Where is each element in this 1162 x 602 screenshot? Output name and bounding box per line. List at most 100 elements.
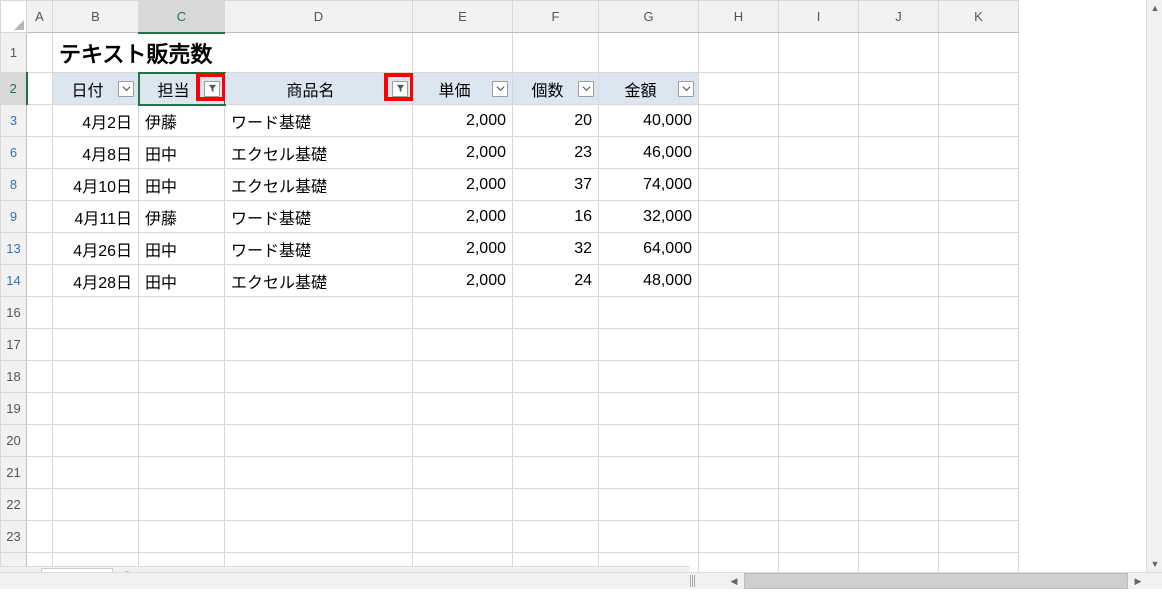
cell[interactable]	[27, 105, 53, 137]
cell[interactable]	[27, 521, 53, 553]
cell[interactable]	[699, 457, 779, 489]
cell[interactable]	[225, 489, 413, 521]
cell[interactable]	[859, 393, 939, 425]
table-cell-date[interactable]: 4月10日	[53, 169, 139, 201]
cell[interactable]	[859, 137, 939, 169]
table-cell-price[interactable]: 2,000	[413, 169, 513, 201]
cell[interactable]	[939, 457, 1019, 489]
row-header-16[interactable]: 16	[1, 297, 27, 329]
cell[interactable]	[27, 169, 53, 201]
cell[interactable]	[779, 297, 859, 329]
row-header-8[interactable]: 8	[1, 169, 27, 201]
cell[interactable]	[27, 33, 53, 73]
row-header-6[interactable]: 6	[1, 137, 27, 169]
cell[interactable]	[859, 33, 939, 73]
cell[interactable]	[699, 297, 779, 329]
table-cell-price[interactable]: 2,000	[413, 265, 513, 297]
cell[interactable]	[413, 361, 513, 393]
cell[interactable]	[699, 201, 779, 233]
cell[interactable]	[139, 521, 225, 553]
row-header-18[interactable]: 18	[1, 361, 27, 393]
column-header-B[interactable]: B	[53, 1, 139, 33]
cell[interactable]	[859, 265, 939, 297]
cell[interactable]	[27, 393, 53, 425]
cell[interactable]	[939, 393, 1019, 425]
cell[interactable]	[939, 73, 1019, 105]
cell[interactable]	[413, 329, 513, 361]
cell[interactable]	[599, 521, 699, 553]
table-cell-staff[interactable]: 伊藤	[139, 201, 225, 233]
cell[interactable]	[513, 393, 599, 425]
cell[interactable]	[599, 33, 699, 73]
title-cell[interactable]: テキスト販売数	[53, 33, 413, 73]
table-cell-amount[interactable]: 32,000	[599, 201, 699, 233]
cell[interactable]	[699, 105, 779, 137]
table-cell-staff[interactable]: 田中	[139, 169, 225, 201]
cell[interactable]	[939, 521, 1019, 553]
column-header-A[interactable]: A	[27, 1, 53, 33]
cell[interactable]	[413, 521, 513, 553]
vertical-scrollbar[interactable]: ▲ ▼	[1146, 0, 1162, 572]
table-cell-amount[interactable]: 40,000	[599, 105, 699, 137]
cell[interactable]	[413, 393, 513, 425]
cell[interactable]	[699, 393, 779, 425]
cell[interactable]	[699, 425, 779, 457]
table-cell-amount[interactable]: 64,000	[599, 233, 699, 265]
row-header-23[interactable]: 23	[1, 521, 27, 553]
cell[interactable]	[939, 33, 1019, 73]
row-header-21[interactable]: 21	[1, 457, 27, 489]
cell[interactable]	[53, 489, 139, 521]
cell[interactable]	[779, 425, 859, 457]
cell[interactable]	[859, 73, 939, 105]
table-cell-amount[interactable]: 46,000	[599, 137, 699, 169]
cell[interactable]	[599, 297, 699, 329]
table-cell-qty[interactable]: 32	[513, 233, 599, 265]
cell[interactable]	[859, 105, 939, 137]
cell[interactable]	[699, 169, 779, 201]
cell[interactable]	[779, 553, 859, 573]
cell[interactable]	[139, 297, 225, 329]
row-header-19[interactable]: 19	[1, 393, 27, 425]
cell[interactable]	[779, 73, 859, 105]
table-cell-date[interactable]: 4月28日	[53, 265, 139, 297]
cell[interactable]	[859, 329, 939, 361]
table-cell-qty[interactable]: 16	[513, 201, 599, 233]
cell[interactable]	[779, 33, 859, 73]
cell[interactable]	[939, 553, 1019, 573]
cell[interactable]	[225, 425, 413, 457]
cell[interactable]	[779, 201, 859, 233]
cell[interactable]	[859, 361, 939, 393]
grid-viewport[interactable]: ABCDEFGHIJK1テキスト販売数2日付担当商品名単価個数金額34月2日伊藤…	[0, 0, 1146, 572]
cell[interactable]	[699, 361, 779, 393]
table-cell-item[interactable]: ワード基礎	[225, 233, 413, 265]
cell[interactable]	[859, 553, 939, 573]
cell[interactable]	[939, 489, 1019, 521]
cell[interactable]	[513, 489, 599, 521]
cell[interactable]	[139, 393, 225, 425]
table-cell-staff[interactable]: 伊藤	[139, 105, 225, 137]
cell[interactable]	[939, 265, 1019, 297]
cell[interactable]	[939, 361, 1019, 393]
table-header-amount[interactable]: 金額	[599, 73, 699, 105]
cell[interactable]	[413, 297, 513, 329]
table-cell-date[interactable]: 4月2日	[53, 105, 139, 137]
cell[interactable]	[939, 233, 1019, 265]
cell[interactable]	[139, 329, 225, 361]
cell[interactable]	[53, 361, 139, 393]
cell[interactable]	[779, 265, 859, 297]
cell[interactable]	[225, 393, 413, 425]
cell[interactable]	[53, 393, 139, 425]
cell[interactable]	[939, 137, 1019, 169]
table-cell-qty[interactable]: 23	[513, 137, 599, 169]
filter-dropdown-icon[interactable]	[492, 81, 508, 97]
cell[interactable]	[27, 361, 53, 393]
cell[interactable]	[859, 233, 939, 265]
table-cell-staff[interactable]: 田中	[139, 233, 225, 265]
cell[interactable]	[939, 201, 1019, 233]
cell[interactable]	[599, 393, 699, 425]
cell[interactable]	[53, 425, 139, 457]
column-header-E[interactable]: E	[413, 1, 513, 33]
table-cell-qty[interactable]: 37	[513, 169, 599, 201]
table-cell-item[interactable]: ワード基礎	[225, 201, 413, 233]
row-header-9[interactable]: 9	[1, 201, 27, 233]
